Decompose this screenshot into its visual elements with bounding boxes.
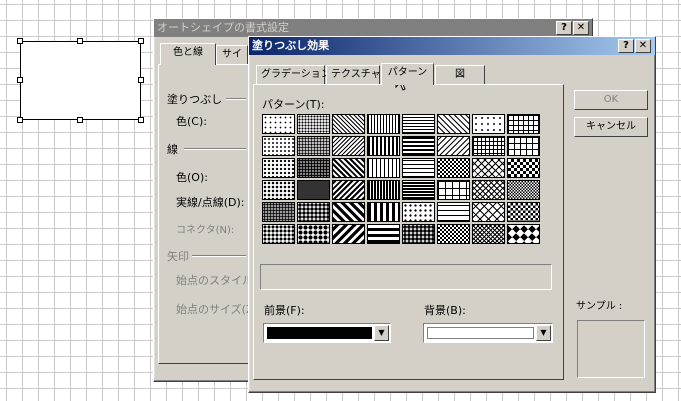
pattern-swatch[interactable]	[332, 114, 365, 134]
resize-handle[interactable]	[77, 117, 83, 123]
pattern-swatch[interactable]	[332, 202, 365, 222]
pattern-swatch[interactable]	[367, 158, 400, 178]
pattern-swatch[interactable]	[402, 136, 435, 156]
arrows-section-label: 矢印	[167, 250, 189, 263]
pattern-swatch[interactable]	[507, 202, 540, 222]
pattern-swatch[interactable]	[507, 136, 540, 156]
pattern-swatch[interactable]	[472, 158, 505, 178]
pattern-swatch[interactable]	[472, 114, 505, 134]
resize-handle[interactable]	[17, 38, 23, 44]
pattern-swatch[interactable]	[472, 202, 505, 222]
pattern-swatch[interactable]	[297, 224, 330, 244]
line-color-label: 色(O):	[176, 171, 208, 184]
tab-size[interactable]: サイ	[216, 45, 248, 65]
pattern-swatch[interactable]	[437, 136, 470, 156]
pattern-swatch[interactable]	[262, 158, 295, 178]
fill-section-label: 塗りつぶし	[167, 93, 223, 106]
pattern-swatch[interactable]	[507, 158, 540, 178]
pattern-swatch[interactable]	[367, 224, 400, 244]
background-color-select[interactable]: ▼	[423, 323, 553, 343]
pattern-swatch[interactable]	[402, 202, 435, 222]
fill-color-label: 色(C):	[176, 115, 207, 128]
line-section-label: 線	[167, 143, 178, 156]
sample-label: サンプル :	[576, 301, 623, 312]
sample-preview	[577, 320, 645, 378]
foreground-swatch	[267, 327, 372, 339]
foreground-label: 前景(F):	[264, 304, 305, 317]
pattern-swatch[interactable]	[402, 158, 435, 178]
help-button[interactable]: ?	[618, 39, 634, 53]
begin-size-label: 始点のサイズ(Z)	[176, 303, 258, 316]
cancel-button[interactable]: キャンセル	[574, 117, 648, 137]
pattern-swatch[interactable]	[367, 202, 400, 222]
pattern-swatch[interactable]	[262, 224, 295, 244]
pattern-swatch[interactable]	[472, 180, 505, 200]
dash-label: 実線/点線(D):	[176, 196, 245, 209]
pattern-swatch[interactable]	[437, 202, 470, 222]
tab-gradient[interactable]: グラデーション	[256, 65, 331, 85]
pattern-swatch[interactable]	[297, 158, 330, 178]
pattern-swatch[interactable]	[332, 224, 365, 244]
foreground-color-select[interactable]: ▼	[263, 323, 391, 343]
ok-button[interactable]: OK	[574, 90, 648, 110]
resize-handle[interactable]	[138, 38, 144, 44]
pattern-swatch[interactable]	[297, 202, 330, 222]
pattern-swatch[interactable]	[472, 224, 505, 244]
pattern-swatch[interactable]	[262, 202, 295, 222]
tab-texture[interactable]: テクスチャ	[326, 65, 381, 85]
pattern-swatch[interactable]	[332, 136, 365, 156]
pattern-grid	[262, 114, 540, 244]
pattern-swatch[interactable]	[507, 180, 540, 200]
pattern-swatch[interactable]	[367, 114, 400, 134]
pattern-swatch[interactable]	[437, 224, 470, 244]
pattern-swatch[interactable]	[262, 180, 295, 200]
close-button[interactable]: ✕	[635, 39, 651, 53]
pattern-swatch[interactable]	[507, 114, 540, 134]
chevron-down-icon[interactable]: ▼	[374, 325, 389, 341]
pattern-label: パターン(T):	[262, 98, 325, 111]
resize-handle[interactable]	[17, 77, 23, 83]
pattern-swatch[interactable]	[367, 136, 400, 156]
pattern-swatch[interactable]	[402, 224, 435, 244]
pattern-swatch[interactable]	[332, 158, 365, 178]
tab-picture[interactable]: 図	[435, 65, 485, 85]
chevron-down-icon[interactable]: ▼	[536, 325, 551, 341]
pattern-swatch[interactable]	[402, 180, 435, 200]
help-button[interactable]: ?	[556, 21, 572, 35]
pattern-swatch[interactable]	[437, 158, 470, 178]
dialog-title: 塗りつぶし効果	[249, 37, 655, 55]
pattern-swatch[interactable]	[297, 136, 330, 156]
pattern-name-box	[260, 264, 552, 290]
background-label: 背景(B):	[424, 304, 466, 317]
pattern-swatch[interactable]	[297, 180, 330, 200]
background-swatch	[427, 327, 534, 339]
resize-handle[interactable]	[138, 77, 144, 83]
resize-handle[interactable]	[138, 117, 144, 123]
pattern-swatch[interactable]	[402, 114, 435, 134]
resize-handle[interactable]	[17, 117, 23, 123]
pattern-swatch[interactable]	[297, 114, 330, 134]
pattern-swatch[interactable]	[262, 136, 295, 156]
pattern-swatch[interactable]	[437, 180, 470, 200]
selected-rectangle-shape[interactable]	[20, 41, 141, 120]
tab-pattern[interactable]: パターン	[381, 63, 434, 85]
pattern-swatch[interactable]	[332, 180, 365, 200]
pattern-swatch[interactable]	[437, 114, 470, 134]
connector-label: コネクタ(N):	[176, 225, 235, 236]
pattern-swatch[interactable]	[472, 136, 505, 156]
resize-handle[interactable]	[77, 38, 83, 44]
pattern-swatch[interactable]	[507, 224, 540, 244]
pattern-swatch[interactable]	[262, 114, 295, 134]
pattern-swatch[interactable]	[367, 180, 400, 200]
dialog-title: オートシェイプの書式設定	[154, 19, 592, 37]
tab-colors-lines[interactable]: 色と線	[160, 43, 216, 65]
close-button[interactable]: ✕	[573, 21, 589, 35]
